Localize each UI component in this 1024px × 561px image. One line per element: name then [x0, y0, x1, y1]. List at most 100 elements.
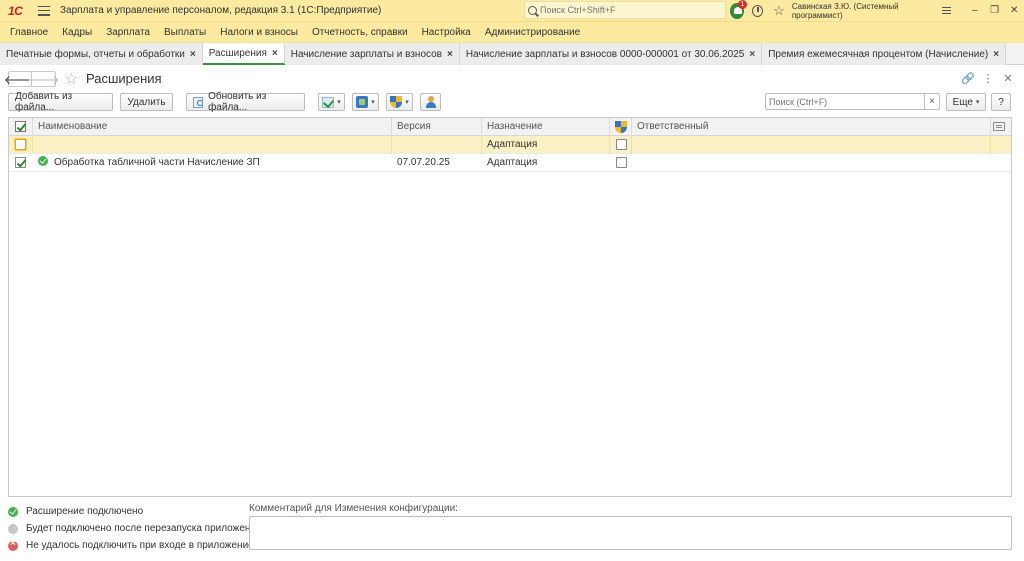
more-button[interactable]: Еще ▾ [946, 93, 986, 111]
close-form-icon[interactable]: ✕ [998, 72, 1018, 85]
tab-bonus[interactable]: Премия ежемесячная процентом (Начисление… [762, 43, 1007, 65]
navigation-buttons: 🡐 🡒 [4, 71, 60, 87]
purpose-cell: Адаптация [482, 136, 610, 154]
menu-item-settings[interactable]: Настройка [415, 27, 478, 38]
safe-mode-column-header[interactable] [610, 118, 632, 136]
name-cell [33, 136, 392, 154]
safe-mode-dropdown-button[interactable]: ▾ [386, 93, 413, 111]
extensions-table: Наименование Версия Назначение Ответстве… [8, 117, 1012, 497]
active-cell[interactable] [9, 136, 33, 154]
comment-icon [993, 122, 1005, 131]
global-search-input[interactable] [540, 5, 720, 15]
menu-item-taxes[interactable]: Налоги и взносы [213, 27, 305, 38]
menu-item-hr[interactable]: Кадры [55, 27, 99, 38]
shield-icon [615, 121, 627, 133]
title-bar: 1С Зарплата и управление персоналом, ред… [0, 0, 1024, 21]
list-search: × [765, 93, 940, 110]
comment-column-header[interactable] [991, 118, 1011, 136]
purpose-column-header[interactable]: Назначение [482, 118, 610, 136]
version-column-header[interactable]: Версия [392, 118, 482, 136]
menu-item-main[interactable]: Главное [3, 27, 55, 38]
legend-after-restart: Будет подключено после перезапуска прило… [8, 520, 261, 537]
legend-failed-label: Не удалось подключить при входе в прилож… [26, 540, 254, 551]
add-to-favorites-star-icon[interactable]: ☆ [64, 69, 78, 89]
notifications-icon[interactable]: 1 [730, 0, 747, 19]
1c-logo-icon[interactable]: 1С [8, 4, 30, 18]
active-cell[interactable] [9, 154, 33, 172]
tab-payroll-document[interactable]: Начисление зарплаты и взносов 0000-00000… [459, 43, 763, 65]
extension-dropdown-button[interactable]: ▾ [352, 93, 379, 111]
user-icon [425, 96, 437, 108]
safe-mode-cell[interactable] [610, 136, 632, 154]
menu-item-salary[interactable]: Зарплата [99, 27, 157, 38]
table-row[interactable]: Обработка табличной части Начисление ЗП … [9, 154, 1011, 172]
global-search[interactable] [524, 1, 726, 19]
update-from-file-button[interactable]: Обновить из файла... [186, 91, 305, 113]
name-cell: Обработка табличной части Начисление ЗП [33, 154, 392, 172]
caret-down-icon: ▾ [975, 99, 980, 106]
legend-failed: Не удалось подключить при входе в прилож… [8, 537, 261, 554]
sections-menu: Главное Кадры Зарплата Выплаты Налоги и … [0, 21, 1024, 43]
active-checkbox[interactable] [15, 139, 26, 150]
menu-item-administration[interactable]: Администрирование [478, 27, 587, 38]
purpose-cell: Адаптация [487, 157, 538, 168]
close-window-button[interactable]: ✕ [1004, 5, 1024, 16]
comment-field[interactable] [249, 516, 1012, 550]
tab-print-forms[interactable]: Печатные формы, отчеты и обработки × [0, 43, 203, 65]
tab-payroll[interactable]: Начисление зарплаты и взносов × [284, 43, 460, 65]
clear-search-icon[interactable]: × [924, 94, 939, 109]
tab-label: Начисление зарплаты и взносов [290, 48, 442, 60]
legend-after-restart-label: Будет подключено после перезапуска прило… [26, 523, 262, 534]
favorites-star-icon[interactable]: ☆ [773, 3, 785, 19]
history-icon[interactable] [752, 4, 764, 17]
tab-label: Расширения [208, 47, 267, 59]
safe-mode-checkbox[interactable] [616, 139, 627, 150]
close-tab-icon[interactable]: × [749, 49, 755, 60]
responsible-column-header[interactable]: Ответственный [632, 118, 991, 136]
caret-down-icon: ▾ [337, 99, 341, 106]
connected-status-icon [8, 506, 18, 517]
search-icon [528, 5, 537, 15]
caret-down-icon: ▾ [405, 99, 409, 106]
minimize-button[interactable]: – [965, 5, 985, 16]
notifications-badge: 1 [738, 0, 747, 9]
more-label: Еще [952, 96, 973, 108]
forward-arrow-icon[interactable]: 🡒 [27, 72, 59, 87]
tab-extensions[interactable]: Расширения × [202, 43, 285, 65]
add-from-file-button[interactable]: Добавить из файла... [8, 91, 113, 113]
help-button[interactable]: ? [991, 93, 1011, 111]
update-from-file-label: Обновить из файла... [208, 91, 267, 113]
main-menu-icon[interactable] [38, 5, 50, 16]
connected-status-icon [38, 156, 48, 166]
table-header: Наименование Версия Назначение Ответстве… [9, 118, 1011, 136]
safe-mode-checkbox[interactable] [616, 157, 627, 168]
extension-icon [356, 96, 369, 108]
safe-mode-cell[interactable] [610, 154, 632, 172]
refresh-icon [193, 96, 204, 108]
list-search-input[interactable] [766, 94, 924, 109]
users-button[interactable] [420, 93, 441, 111]
menu-item-payments[interactable]: Выплаты [157, 27, 213, 38]
more-actions-icon[interactable]: ⋮ [978, 72, 998, 85]
close-tab-icon[interactable]: × [272, 48, 278, 59]
active-checkbox[interactable] [15, 157, 26, 168]
menu-item-reports[interactable]: Отчетность, справки [305, 27, 415, 38]
table-row[interactable]: Адаптация [9, 136, 1011, 154]
activate-dropdown-button[interactable]: ▾ [318, 93, 345, 111]
page-title: Расширения [86, 71, 162, 86]
name-column-header[interactable]: Наименование [33, 118, 392, 136]
legend-connected-label: Расширение подключено [26, 506, 144, 517]
delete-button[interactable]: Удалить [120, 93, 173, 111]
active-column-header[interactable] [9, 118, 33, 136]
error-status-icon [8, 538, 18, 551]
settings-menu-icon[interactable] [942, 6, 952, 15]
status-legend: Расширение подключено Будет подключено п… [8, 503, 261, 554]
restore-button[interactable]: ❐ [985, 5, 1005, 16]
responsible-cell [632, 136, 991, 154]
current-user[interactable]: Савинская З.Ю. (Системный программист) [792, 2, 934, 20]
close-tab-icon[interactable]: × [190, 49, 196, 60]
close-tab-icon[interactable]: × [447, 49, 453, 60]
link-icon[interactable]: 🔗 [958, 72, 978, 85]
close-tab-icon[interactable]: × [993, 49, 999, 60]
check-list-icon [322, 96, 335, 108]
